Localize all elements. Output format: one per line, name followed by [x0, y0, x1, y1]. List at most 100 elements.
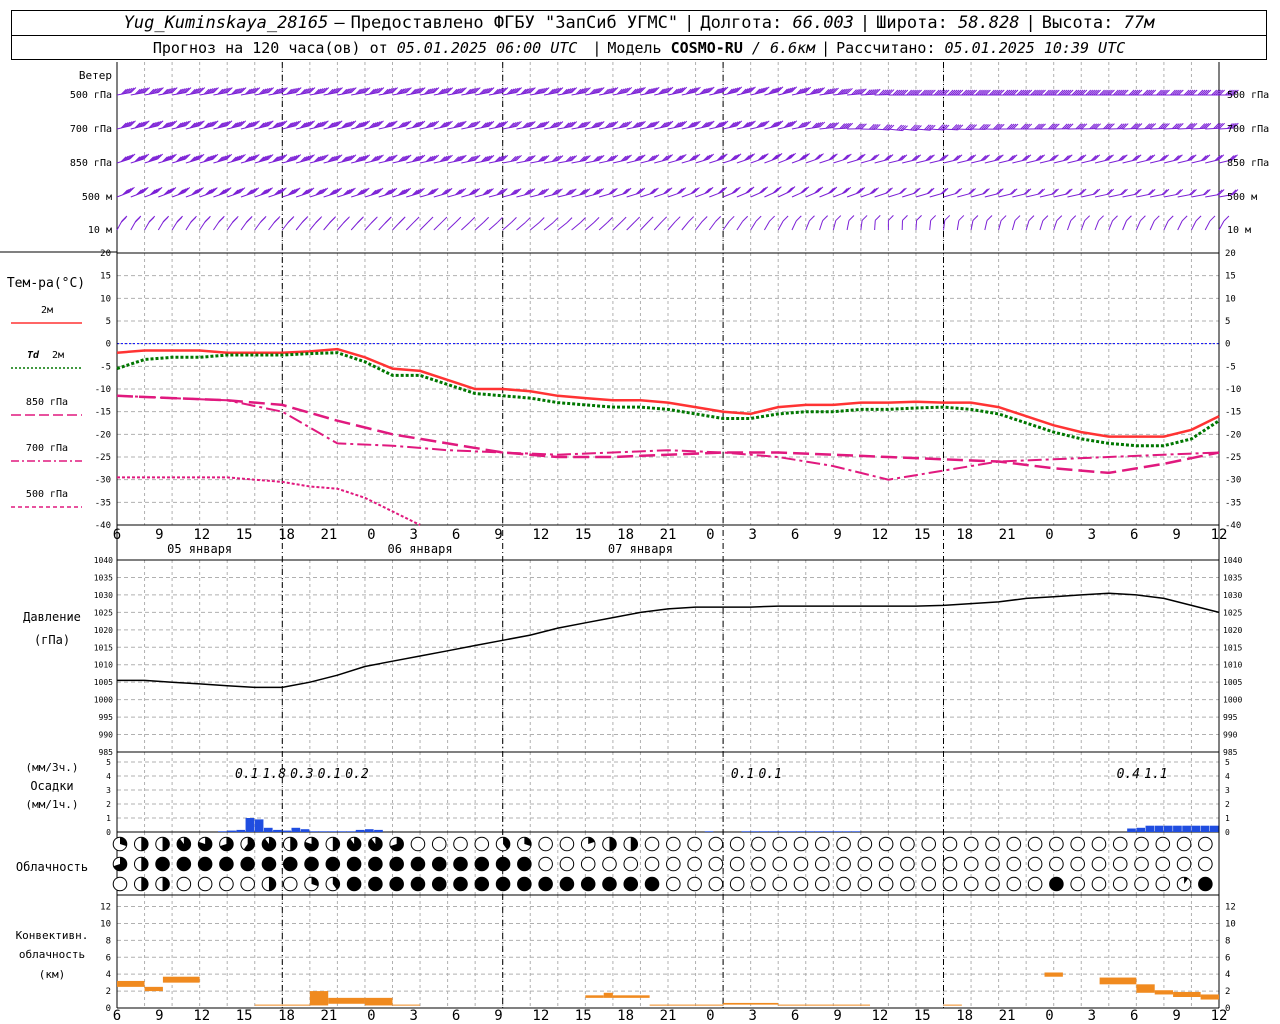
cloud-cover-fill: [268, 877, 276, 891]
temp-tick-right: 15: [1225, 272, 1236, 282]
wind-barb-shaft: [1108, 220, 1113, 231]
wind-barb-shaft: [984, 220, 988, 231]
hour-label-bottom: 21: [999, 1008, 1016, 1024]
wind-barb-feather: [801, 187, 808, 193]
wind-barb-shaft: [1135, 220, 1141, 231]
wind-barb-shaft: [1067, 220, 1072, 231]
wind-barb-shaft: [1122, 193, 1137, 198]
precipitation-layer: [218, 818, 1219, 832]
press-tick-left: 1025: [94, 608, 113, 617]
press-tick-left: 1020: [94, 626, 113, 635]
cloud-cover-symbol: [878, 836, 894, 852]
wind-barb-shaft: [791, 220, 797, 231]
precip-bar: [1163, 825, 1173, 832]
precip-bar: [236, 829, 246, 832]
cloud-cover-symbol: [687, 876, 702, 892]
cloud-cover-symbol: [644, 876, 660, 892]
precip-tick-right: 2: [1225, 800, 1230, 809]
precip-unit-1h: (мм/1ч.): [26, 798, 79, 811]
wind-barb-shaft: [1039, 220, 1044, 231]
conv-cloud-bar: [778, 1004, 871, 1006]
wind-barb-shaft: [199, 220, 206, 231]
wind-barb-shaft: [805, 158, 819, 164]
precip-bar: [750, 831, 760, 832]
wind-barb-shaft: [929, 192, 944, 198]
wind-barb-feather: [634, 216, 641, 223]
wind-barb-shaft: [364, 221, 373, 231]
cloud-cover-symbol: [495, 876, 511, 892]
wind-barb-shaft: [130, 220, 137, 231]
hour-label-bottom: 12: [532, 1008, 549, 1024]
conv-tick-left: 8: [106, 936, 111, 946]
wind-barb-shaft: [1039, 193, 1054, 198]
wind-barb-shaft: [1026, 159, 1040, 164]
conv-cloud-bar: [603, 992, 613, 998]
conv-tick-left: 12: [100, 903, 111, 913]
wind-barb-shaft: [516, 193, 531, 198]
precip-tick-right: 1: [1225, 814, 1230, 823]
wind-barb-feather: [861, 215, 868, 221]
wind-barb-shaft: [681, 191, 695, 198]
cloud-cover-symbol: [772, 876, 788, 892]
cloud-cover-symbol: [1176, 856, 1192, 872]
wind-barb-feather: [1167, 215, 1174, 222]
temp-tick-left: 0: [106, 340, 111, 350]
wind-barb-shaft: [722, 221, 730, 231]
cloud-cover-fill: [630, 837, 638, 851]
cloud-cover-symbol: [261, 856, 277, 872]
wind-level-right: 700 гПа: [1227, 124, 1269, 135]
precip-bar: [1127, 828, 1136, 832]
cloud-cover-symbol: [623, 856, 639, 872]
cloud-cover-symbol: [197, 876, 213, 892]
precip-label: 1.8: [263, 767, 287, 782]
wind-barb-shaft: [226, 221, 234, 231]
wind-barb-shaft: [722, 158, 737, 164]
temp-tick-left: -10: [95, 385, 111, 395]
wind-barb-shaft: [1163, 193, 1178, 198]
wind-barb-shaft: [1053, 193, 1068, 198]
cloud-cover-fill: [347, 837, 361, 851]
wind-barb-feather: [329, 217, 336, 224]
precip-bar: [1154, 825, 1164, 832]
wind-barb-shaft: [929, 220, 932, 231]
wind-barb-shaft: [1026, 193, 1040, 198]
hour-label-temp: 9: [155, 527, 163, 543]
wind-barb-feather: [1126, 215, 1132, 222]
precip-bar: [309, 831, 319, 832]
cloud-cover-symbol: [474, 876, 490, 892]
cloud-cover-symbol: [1198, 856, 1213, 872]
wind-barb-feather: [835, 215, 842, 221]
precip-bar: [824, 831, 833, 832]
conv-tick-left: 10: [100, 919, 111, 929]
hour-label-temp: 12: [193, 527, 210, 543]
conv-cloud-bar: [1154, 990, 1174, 995]
wind-barb-feather: [774, 187, 781, 193]
wind-barb-shaft: [612, 192, 627, 198]
wind-barb-shaft: [1177, 220, 1183, 231]
precip-tick-left: 0: [106, 828, 111, 837]
precip-bar: [319, 831, 328, 832]
wind-barb-shaft: [640, 192, 654, 198]
wind-barb-feather: [661, 216, 668, 223]
temp-tick-left: 20: [100, 249, 111, 259]
wind-barb-shaft: [1012, 159, 1027, 164]
cloud-cover-symbol: [900, 836, 915, 852]
cloud-cover-symbol: [793, 856, 809, 872]
wind-barb-shaft: [598, 192, 613, 198]
wind-barb-feather: [1209, 215, 1216, 222]
wind-barb-shaft: [461, 192, 475, 198]
temp-tick-right: -15: [1225, 408, 1241, 418]
precip-label: 0.1: [318, 767, 341, 782]
wind-barb-feather: [511, 217, 517, 223]
conv-cloud-bar: [117, 980, 145, 987]
wind-barb-shaft: [888, 159, 903, 164]
wind-barb-shaft: [323, 221, 332, 231]
wind-barb-shaft: [819, 158, 833, 164]
wind-barb-feather: [398, 217, 405, 224]
wind-barb-shaft: [447, 221, 457, 231]
temp-tick-right: 20: [1225, 249, 1236, 259]
hour-label-temp: 12: [1211, 527, 1228, 543]
wind-barb-shaft: [1163, 127, 1179, 130]
wind-barb-shaft: [1163, 159, 1178, 164]
temp-tick-left: 15: [100, 272, 111, 282]
